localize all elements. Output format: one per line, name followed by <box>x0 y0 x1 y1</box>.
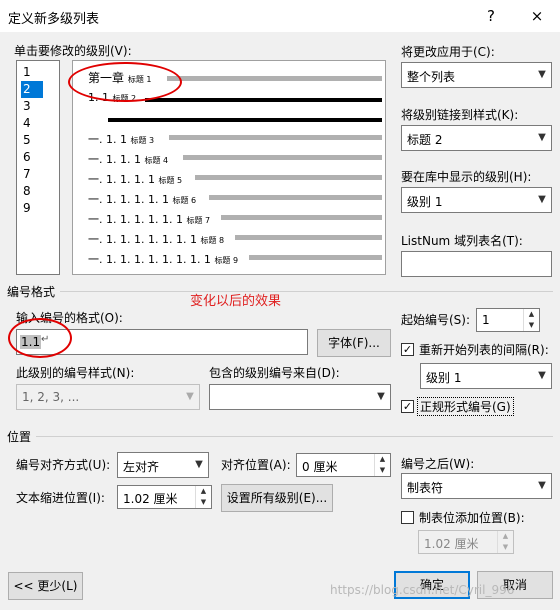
preview-row-5: 一. 1. 1. 1. 1 标题 5 <box>88 173 183 186</box>
annotation-text: 变化以后的效果 <box>190 294 282 309</box>
link-style-label: 将级别链接到样式(K): <box>401 108 519 122</box>
preview-bar <box>249 255 382 260</box>
chevron-down-icon: ▼ <box>538 69 546 80</box>
follow-select[interactable]: 制表符 ▼ <box>401 473 552 499</box>
section-divider <box>60 291 553 292</box>
preview-row-9: 一. 1. 1. 1. 1. 1. 1. 1. 1 标题 9 <box>88 253 239 266</box>
spinner-arrows-icon[interactable]: ▲ ▼ <box>195 486 211 508</box>
position-section: 位置 <box>7 430 32 444</box>
preview-bar <box>183 155 382 160</box>
level-item[interactable]: 7 <box>21 166 43 183</box>
tab-stop-spinner[interactable]: 1.02 厘米 ▲ ▼ <box>418 530 514 554</box>
highlight-oval <box>8 318 72 358</box>
preview-bar <box>167 76 382 81</box>
preview-row-8: 一. 1. 1. 1. 1. 1. 1. 1 标题 8 <box>88 233 225 246</box>
indent-value: 1.02 厘米 <box>123 492 178 506</box>
follow-label: 编号之后(W): <box>401 457 475 471</box>
apply-to-value: 整个列表 <box>407 70 456 84</box>
gallery-level-value: 级别 1 <box>407 195 443 209</box>
level-item[interactable]: 1 <box>21 64 43 81</box>
level-item[interactable]: 3 <box>21 98 43 115</box>
preview-bar <box>235 235 382 240</box>
close-button[interactable]: × <box>526 6 548 26</box>
align-select[interactable]: 左对齐 ▼ <box>117 452 209 478</box>
gallery-level-label: 要在库中显示的级别(H): <box>401 170 532 184</box>
level-item[interactable]: 8 <box>21 183 43 200</box>
spinner-arrows-icon[interactable]: ▲ ▼ <box>374 454 390 476</box>
chevron-down-icon: ▼ <box>195 459 203 470</box>
level-item[interactable]: 5 <box>21 132 43 149</box>
level-item[interactable]: 6 <box>21 149 43 166</box>
preview-bar-active <box>145 98 382 102</box>
restart-checkbox[interactable]: ✓ <box>401 343 414 356</box>
align-at-spinner[interactable]: 0 厘米 ▲ ▼ <box>296 453 391 477</box>
number-style-label: 此级别的编号样式(N): <box>16 366 135 380</box>
apply-to-select[interactable]: 整个列表 ▼ <box>401 62 552 88</box>
preview-row-3: 一. 1. 1 标题 3 <box>88 133 155 146</box>
chevron-down-icon: ▼ <box>186 391 194 402</box>
preview-row-6: 一. 1. 1. 1. 1. 1 标题 6 <box>88 193 197 206</box>
listnum-label: ListNum 域列表名(T): <box>401 234 523 248</box>
highlight-oval <box>68 62 182 102</box>
help-button[interactable]: ? <box>480 6 502 26</box>
level-item-selected[interactable]: 2 <box>21 81 43 98</box>
level-list[interactable]: 1 2 3 4 5 6 7 8 9 <box>16 60 60 275</box>
spinner-arrows-icon[interactable]: ▲ ▼ <box>497 531 513 553</box>
level-item[interactable]: 9 <box>21 200 43 217</box>
preview-bar-active <box>108 118 382 122</box>
link-style-select[interactable]: 标题 2 ▼ <box>401 125 552 151</box>
follow-value: 制表符 <box>407 481 444 495</box>
gallery-level-select[interactable]: 级别 1 ▼ <box>401 187 552 213</box>
preview-row-4: 一. 1. 1. 1 标题 4 <box>88 153 169 166</box>
watermark: https://blog.csdn.net/Cyril_996 <box>330 583 515 597</box>
indent-spinner[interactable]: 1.02 厘米 ▲ ▼ <box>117 485 212 509</box>
apply-to-label: 将更改应用于(C): <box>401 45 495 59</box>
preview-bar <box>169 135 382 140</box>
section-divider <box>36 436 553 437</box>
indent-label: 文本缩进位置(I): <box>16 491 105 505</box>
number-format-section: 编号格式 <box>7 285 56 299</box>
window-title: 定义新多级列表 <box>8 12 100 27</box>
chevron-down-icon: ▼ <box>377 391 385 402</box>
chevron-down-icon: ▼ <box>538 480 546 491</box>
start-at-label: 起始编号(S): <box>401 313 471 327</box>
preview-row-7: 一. 1. 1. 1. 1. 1. 1 标题 7 <box>88 213 211 226</box>
less-button[interactable]: << 更少(L) <box>8 572 83 600</box>
listnum-input[interactable] <box>401 251 552 277</box>
align-label: 编号对齐方式(U): <box>16 458 111 472</box>
preview-bar <box>221 215 382 220</box>
align-at-label: 对齐位置(A): <box>221 458 291 472</box>
include-level-label: 包含的级别编号来自(D): <box>209 366 340 380</box>
include-level-select[interactable]: ▼ <box>209 384 391 410</box>
legal-checkbox[interactable]: ✓ <box>401 400 414 413</box>
number-style-select[interactable]: 1, 2, 3, ... ▼ <box>16 384 200 410</box>
link-style-value: 标题 2 <box>407 133 443 147</box>
font-button[interactable]: 字体(F)... <box>317 329 391 357</box>
preview-bar <box>209 195 382 200</box>
restart-level-value: 级别 1 <box>426 371 462 385</box>
chevron-down-icon: ▼ <box>538 370 546 381</box>
set-all-levels-button[interactable]: 设置所有级别(E)... <box>221 484 333 512</box>
level-select-label: 单击要修改的级别(V): <box>14 44 132 58</box>
spinner-arrows-icon[interactable]: ▲ ▼ <box>523 309 539 331</box>
preview-bar <box>195 175 382 180</box>
number-style-value: 1, 2, 3, ... <box>22 390 80 404</box>
tab-stop-checkbox[interactable] <box>401 511 414 524</box>
tab-stop-label: 制表位添加位置(B): <box>419 511 525 525</box>
align-value: 左对齐 <box>123 460 160 474</box>
legal-label: 正规形式编号(G) <box>417 397 514 416</box>
align-at-value: 0 厘米 <box>302 460 338 474</box>
restart-label: 重新开始列表的间隔(R): <box>419 343 549 357</box>
tab-stop-value: 1.02 厘米 <box>424 537 479 551</box>
level-item[interactable]: 4 <box>21 115 43 132</box>
start-at-value: 1 <box>482 313 490 327</box>
restart-level-select[interactable]: 级别 1 ▼ <box>420 363 552 389</box>
chevron-down-icon: ▼ <box>538 194 546 205</box>
chevron-down-icon: ▼ <box>538 132 546 143</box>
start-at-spinner[interactable]: 1 ▲ ▼ <box>476 308 540 332</box>
